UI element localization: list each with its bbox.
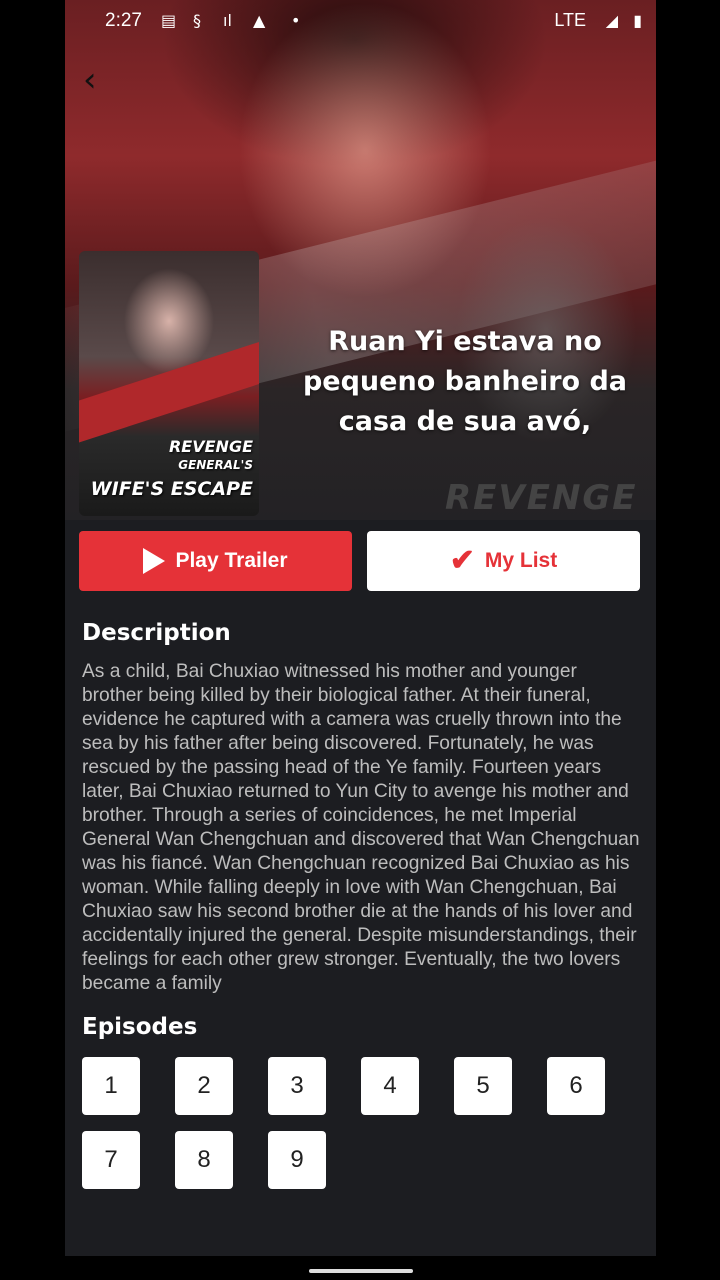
episode-button-3[interactable]: 3 <box>268 1057 326 1115</box>
message-icon: ▤ <box>161 11 177 30</box>
app-screen: REVENGE 2:27 ▤ § ıl ▲ • LTE ◢ ▮ ‹ REVENG… <box>65 0 656 1280</box>
episode-button-5[interactable]: 5 <box>454 1057 512 1115</box>
hero-background-text: REVENGE <box>445 478 638 518</box>
home-gesture-handle[interactable] <box>309 1269 413 1273</box>
warning-icon: ▲ <box>253 11 266 30</box>
cell-signal-icon: ◢ <box>605 11 618 30</box>
my-list-button[interactable]: ✔ My List <box>367 531 640 591</box>
episode-button-8[interactable]: 8 <box>175 1131 233 1189</box>
back-arrow-icon[interactable]: ‹ <box>83 62 113 98</box>
system-navigation-bar <box>65 1256 656 1280</box>
episodes-heading: Episodes <box>82 1014 198 1040</box>
signal-bars-icon: ıl <box>223 11 232 30</box>
description-heading: Description <box>82 620 231 646</box>
episode-button-1[interactable]: 1 <box>82 1057 140 1115</box>
status-bar: 2:27 ▤ § ıl ▲ • LTE ◢ ▮ <box>65 0 656 44</box>
hero-caption: Ruan Yi estava no pequeno banheiro da ca… <box>302 326 628 437</box>
hero-banner: REVENGE 2:27 ▤ § ıl ▲ • LTE ◢ ▮ ‹ REVENG… <box>65 0 656 520</box>
play-trailer-label: Play Trailer <box>175 549 288 572</box>
episode-button-4[interactable]: 4 <box>361 1057 419 1115</box>
episode-button-9[interactable]: 9 <box>268 1131 326 1189</box>
poster-image: REVENGE GENERAL'S WIFE'S ESCAPE <box>79 251 259 516</box>
status-time: 2:27 <box>105 10 142 31</box>
description-text: As a child, Bai Chuxiao witnessed his mo… <box>82 661 640 994</box>
checkmark-icon: ✔ <box>449 544 475 577</box>
network-label: LTE <box>554 10 586 30</box>
episode-button-6[interactable]: 6 <box>547 1057 605 1115</box>
poster-title-line3: WIFE'S ESCAPE <box>90 478 253 500</box>
episode-button-2[interactable]: 2 <box>175 1057 233 1115</box>
episode-grid: 1 2 3 4 5 6 7 8 9 <box>82 1057 642 1189</box>
play-trailer-button[interactable]: Play Trailer <box>79 531 352 591</box>
poster-title-line1: REVENGE <box>168 437 253 456</box>
dot-icon: • <box>291 11 301 30</box>
poster-stripe <box>79 332 259 446</box>
play-icon <box>143 548 166 574</box>
episode-button-7[interactable]: 7 <box>82 1131 140 1189</box>
my-list-label: My List <box>484 549 558 572</box>
battery-icon: ▮ <box>633 11 642 30</box>
app-notification-icon: § <box>193 11 201 30</box>
poster-title-line2: GENERAL'S <box>178 458 253 472</box>
